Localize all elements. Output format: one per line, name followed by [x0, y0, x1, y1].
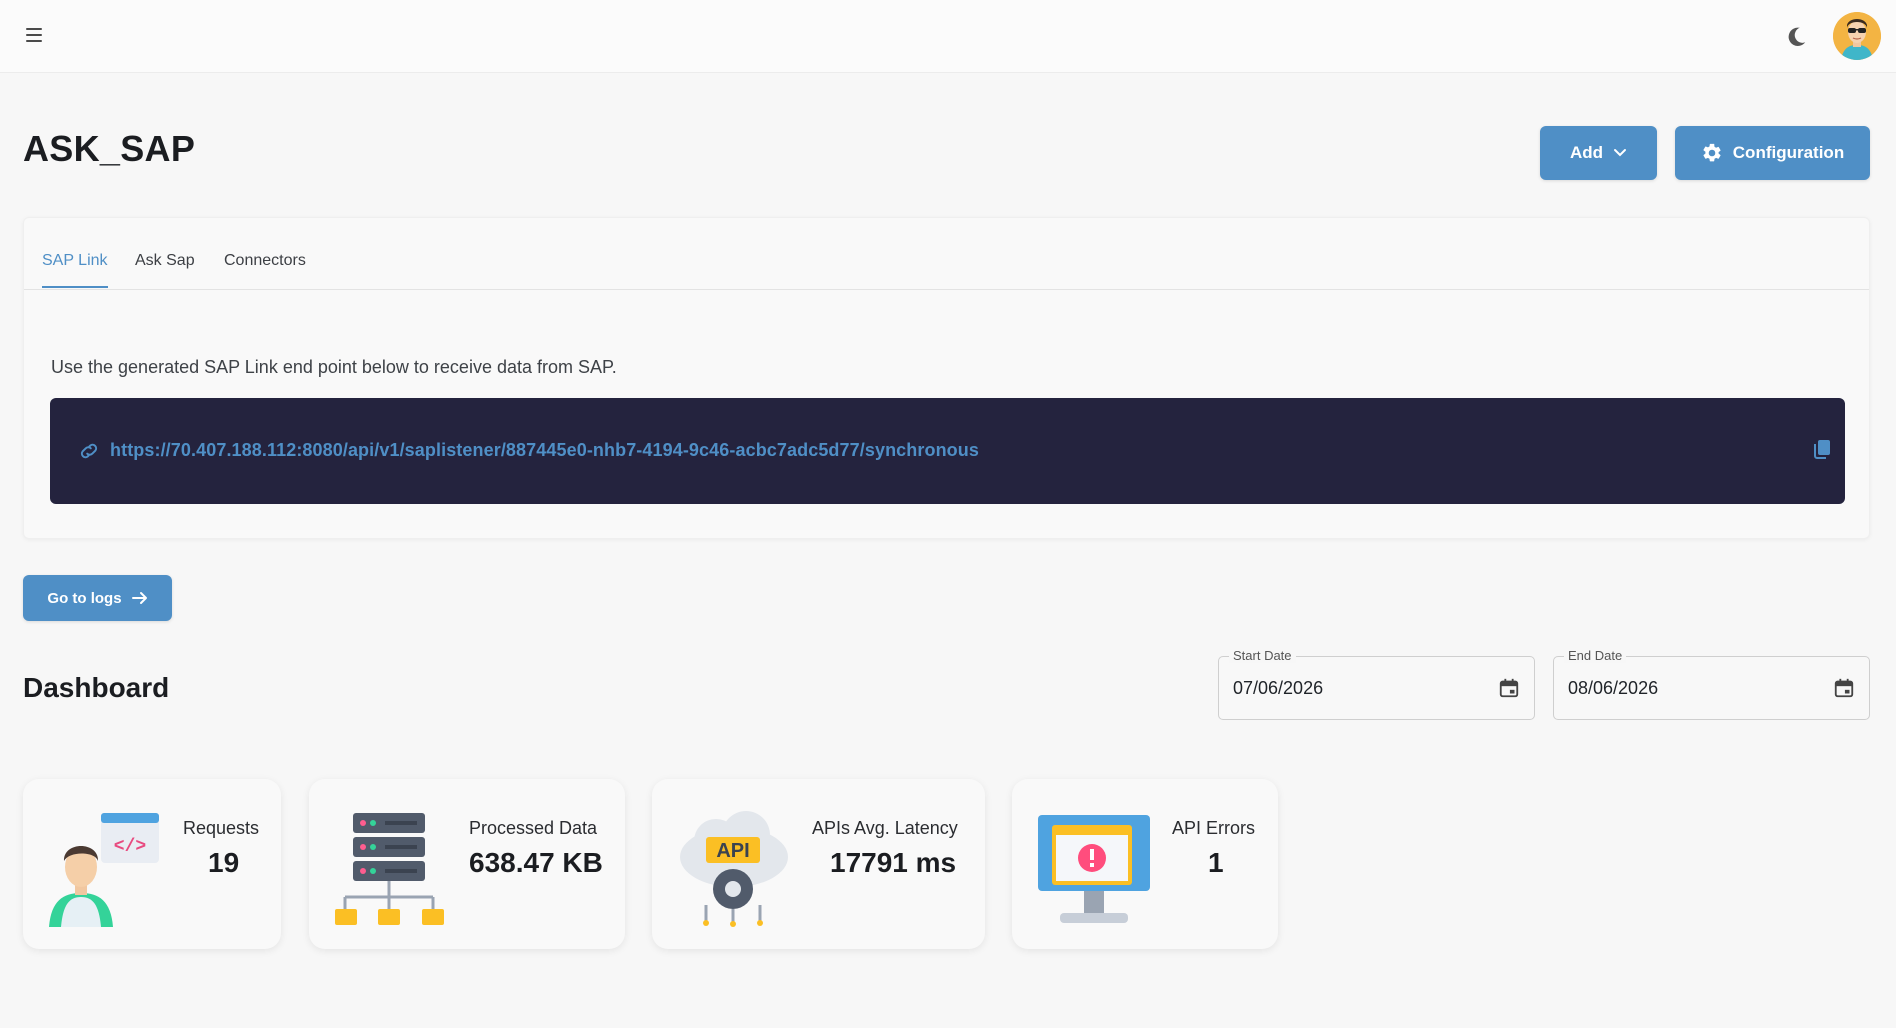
stat-label: Requests — [183, 818, 260, 838]
start-date-field[interactable]: Start Date — [1218, 648, 1535, 720]
hamburger-icon[interactable] — [26, 28, 42, 42]
go-to-logs-label: Go to logs — [47, 589, 122, 607]
stat-value: 17791 ms — [830, 847, 957, 878]
stat-card-api-errors: API Errors 1 — [1012, 779, 1278, 949]
tab-ask-sap[interactable]: Ask Sap — [135, 252, 195, 286]
end-date-label: End Date — [1564, 648, 1627, 663]
developer-icon: </> — [49, 813, 159, 927]
start-date-label: Start Date — [1229, 648, 1296, 663]
sap-link-panel: SAP Link Ask Sap Connectors Use the gene… — [23, 217, 1870, 539]
dashboard-title: Dashboard — [23, 672, 170, 703]
configuration-button[interactable]: Configuration — [1675, 126, 1870, 180]
calendar-icon[interactable] — [1498, 677, 1520, 699]
sap-link-description: Use the generated SAP Link end point bel… — [51, 357, 617, 377]
top-bar — [0, 0, 1896, 73]
end-date-field[interactable]: End Date — [1553, 648, 1870, 720]
chevron-down-icon — [1614, 149, 1627, 157]
error-monitor-icon — [1038, 815, 1150, 923]
svg-text:API: API — [716, 840, 749, 862]
api-cloud-icon: API — [680, 811, 788, 927]
link-icon — [80, 443, 98, 459]
endpoint-url-link[interactable]: https://70.407.188.112:8080/api/v1/sapli… — [110, 440, 979, 461]
add-button[interactable]: Add — [1540, 126, 1657, 180]
user-avatar[interactable] — [1833, 12, 1881, 60]
stat-value: 19 — [208, 847, 240, 878]
calendar-icon[interactable] — [1833, 677, 1855, 699]
stat-label: APIs Avg. Latency — [812, 818, 958, 838]
arrow-right-icon — [131, 592, 147, 604]
page-title: ASK_SAP — [23, 128, 196, 169]
add-button-label: Add — [1569, 143, 1604, 162]
server-icon — [335, 813, 444, 925]
endpoint-box: https://70.407.188.112:8080/api/v1/sapli… — [50, 398, 1845, 504]
go-to-logs-button[interactable]: Go to logs — [23, 575, 172, 621]
tab-sap-link[interactable]: SAP Link — [42, 252, 108, 288]
svg-text:</>: </> — [114, 837, 146, 857]
tab-bar: SAP Link Ask Sap Connectors — [24, 218, 1869, 290]
start-date-input[interactable] — [1233, 675, 1483, 701]
stat-label: API Errors — [1172, 818, 1256, 838]
stat-card-requests: </> Requests 19 — [23, 779, 281, 949]
copy-icon[interactable] — [1812, 438, 1832, 460]
stat-card-latency: API APIs Avg. Latency 17791 ms — [652, 779, 985, 949]
gear-icon — [1703, 143, 1721, 162]
tab-connectors[interactable]: Connectors — [224, 252, 306, 286]
end-date-input[interactable] — [1568, 675, 1818, 701]
stat-card-processed-data: Processed Data 638.47 KB — [309, 779, 625, 949]
stat-value: 638.47 KB — [469, 847, 603, 878]
moon-icon[interactable] — [1783, 24, 1809, 50]
stat-label: Processed Data — [469, 818, 598, 838]
configuration-button-label: Configuration — [1732, 143, 1845, 162]
stat-value: 1 — [1208, 847, 1224, 878]
